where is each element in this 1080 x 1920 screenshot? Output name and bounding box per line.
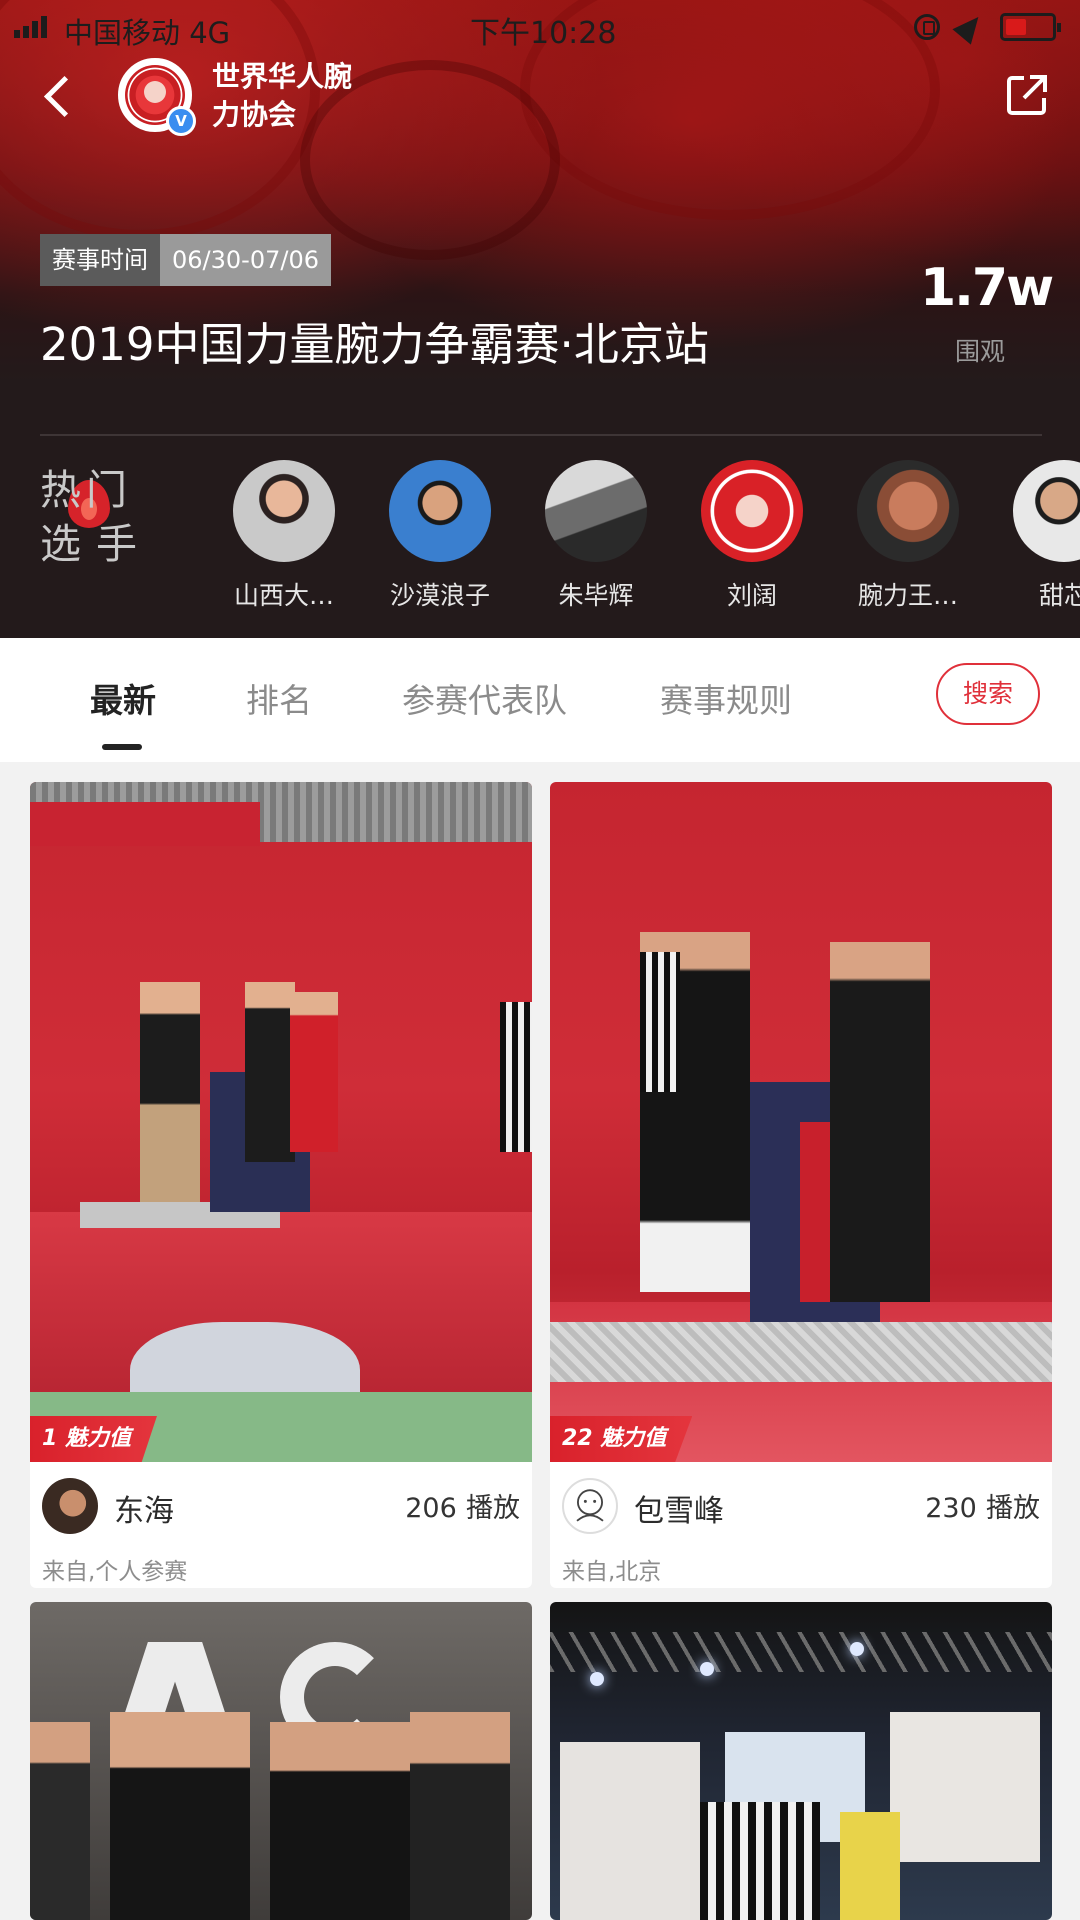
share-button[interactable] [1004, 72, 1050, 118]
tab-bar: 最新 排名 参赛代表队 赛事规则 [0, 638, 1080, 762]
hot-label-char: 选 [40, 520, 81, 568]
video-card[interactable]: 22 魅力值 包雪峰 230 播放 来自,北京 [550, 782, 1052, 1588]
referee-figure [500, 1002, 532, 1152]
player-item[interactable]: 腕力王… [838, 460, 978, 610]
back-button[interactable] [38, 70, 82, 126]
author-row: 东海 206 播放 [42, 1472, 520, 1542]
views-label: 围观 [954, 337, 1005, 366]
verified-badge: V [166, 106, 196, 136]
spectator-figure [840, 1812, 900, 1920]
author-avatar[interactable] [562, 1478, 618, 1534]
video-card[interactable] [30, 1602, 532, 1920]
stage-light [850, 1642, 864, 1656]
play-count: 230 播放 [925, 1486, 1040, 1525]
carrier-label: 中国移动 4G [64, 16, 231, 50]
player-name: 沙漠浪子 [389, 581, 490, 610]
play-count: 206 播放 [405, 1486, 520, 1525]
player-item[interactable]: 朱毕辉 [526, 460, 666, 610]
status-bar: 中国移动 4G 下午10:28 [0, 0, 1080, 54]
player-name: 腕力王… [857, 581, 958, 610]
play-count-value: 230 [925, 1493, 977, 1524]
screen-display [560, 1742, 700, 1920]
location-icon [952, 9, 988, 45]
share-icon [1007, 75, 1047, 115]
author-name[interactable]: 东海 [114, 1486, 174, 1530]
signal-icon [14, 16, 50, 38]
status-icons [914, 9, 1061, 45]
tab-teams[interactable]: 参赛代表队 [402, 674, 567, 722]
search-button[interactable]: 搜索 [936, 663, 1040, 725]
event-time-tag: 赛事时间 06/30-07/06 [40, 234, 331, 286]
stage-light [700, 1662, 714, 1676]
video-source: 来自,北京 [562, 1559, 662, 1585]
tab-ranking[interactable]: 排名 [246, 674, 312, 722]
player-item[interactable]: 沙漠浪子 [370, 460, 510, 610]
video-thumbnail[interactable] [30, 782, 532, 1462]
player-name: 山西大… [233, 581, 334, 610]
athlete-figure [140, 982, 200, 1202]
player-avatar [701, 460, 803, 562]
video-thumbnail[interactable] [550, 1602, 1052, 1920]
views-count: 1.7w [920, 258, 1054, 318]
video-card[interactable] [550, 1602, 1052, 1920]
player-avatar [233, 460, 335, 562]
spectator-figure [30, 1722, 90, 1920]
app-screen: 中国移动 4G 下午10:28 V 世界华人腕力协会 赛事时间 06/30-07… [0, 0, 1080, 1920]
author-row: 包雪峰 230 播放 [562, 1472, 1040, 1542]
divider [40, 434, 1042, 436]
player-avatar [545, 460, 647, 562]
player-avatar [389, 460, 491, 562]
player-name: 朱毕辉 [558, 581, 634, 610]
light-truss [550, 1632, 1052, 1672]
active-tab-indicator [102, 744, 142, 750]
video-card[interactable]: 1 魅力值 东海 206 播放 来自,个人参赛 [30, 782, 532, 1588]
video-thumbnail[interactable] [550, 782, 1052, 1462]
athlete-figure [110, 1712, 250, 1920]
hot-label-char: 门 [86, 466, 127, 514]
player-name: 甜芯 [1038, 581, 1080, 610]
player-item[interactable]: 甜芯 [994, 460, 1080, 610]
clock: 下午10:28 [470, 16, 617, 51]
cartoon-avatar-icon [576, 1489, 604, 1522]
charm-badge: 1 魅力值 [30, 1416, 157, 1462]
battery-icon [1000, 13, 1061, 41]
sponsor-banner [30, 802, 260, 846]
referee-figure [700, 1802, 820, 1920]
hot-label-char: 手 [96, 520, 137, 568]
tab-rules[interactable]: 赛事规则 [660, 674, 792, 722]
event-title: 2019中国力量腕力争霸赛·北京站 [40, 318, 709, 371]
stage-light [590, 1672, 604, 1686]
athlete-figure [270, 1722, 420, 1920]
screen-display [890, 1712, 1040, 1862]
hot-players-label: 热 门 选 手 [40, 456, 150, 568]
player-item[interactable]: 刘阔 [682, 460, 822, 610]
tab-latest[interactable]: 最新 [90, 674, 156, 722]
play-count-value: 206 [405, 1493, 457, 1524]
player-avatar [1013, 460, 1080, 562]
play-count-unit: 播放 [466, 1493, 520, 1524]
video-feed: 1 魅力值 东海 206 播放 来自,个人参赛 22 魅力值 包雪峰 230 播… [0, 762, 1080, 1920]
player-avatar [857, 460, 959, 562]
play-count-unit: 播放 [986, 1493, 1040, 1524]
player-item[interactable]: 山西大… [214, 460, 354, 610]
stage-mat [550, 1322, 1052, 1382]
author-avatar[interactable] [42, 1478, 98, 1534]
player-name: 刘阔 [726, 581, 777, 610]
author-name[interactable]: 包雪峰 [634, 1486, 724, 1530]
event-time-label: 赛事时间 [40, 234, 160, 286]
athlete-figure [830, 942, 930, 1302]
charm-badge: 22 魅力值 [550, 1416, 693, 1462]
spectator-figure [410, 1712, 510, 1920]
hot-players-list: 山西大… 沙漠浪子 朱毕辉 刘阔 腕力王… 甜芯 [214, 460, 1080, 610]
event-time-value: 06/30-07/06 [160, 234, 331, 286]
event-header: 中国移动 4G 下午10:28 V 世界华人腕力协会 赛事时间 06/30-07… [0, 0, 1080, 638]
referee-figure [640, 952, 680, 1092]
video-source: 来自,个人参赛 [42, 1559, 188, 1585]
rotation-lock-icon [914, 14, 940, 40]
hot-label-char: 热 [40, 466, 81, 514]
org-name[interactable]: 世界华人腕力协会 [212, 58, 372, 134]
video-thumbnail[interactable] [30, 1602, 532, 1920]
